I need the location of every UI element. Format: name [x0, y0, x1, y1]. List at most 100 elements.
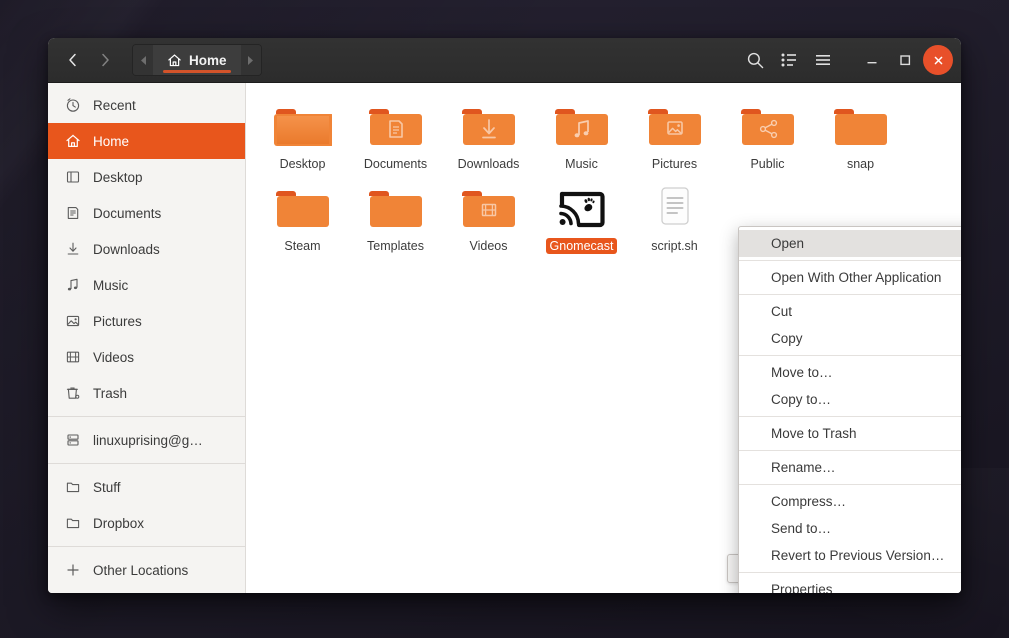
sidebar-item-account[interactable]: linuxuprising@g…	[48, 422, 245, 458]
file-item-documents[interactable]: Documents	[349, 97, 442, 172]
sidebar-separator	[48, 463, 245, 464]
sidebar-item-dropbox[interactable]: Dropbox	[48, 505, 245, 541]
menu-item-label: Rename…	[771, 460, 836, 475]
menu-item-properties[interactable]: Properties Ctrl+I	[739, 576, 961, 593]
maximize-button[interactable]	[890, 45, 920, 75]
list-view-icon[interactable]	[772, 44, 806, 76]
file-name: Public	[746, 156, 788, 172]
navigation-buttons	[58, 45, 120, 75]
server-icon	[64, 432, 81, 448]
file-item-snap[interactable]: snap	[814, 97, 907, 172]
folder-icon	[367, 185, 425, 232]
sidebar-item-recent[interactable]: Recent	[48, 87, 245, 123]
menu-separator	[739, 416, 961, 417]
file-name: Pictures	[648, 156, 701, 172]
menu-item-send-to[interactable]: Send to…	[739, 515, 961, 542]
menu-item-open-with-other-application[interactable]: Open With Other Application	[739, 264, 961, 291]
download-icon	[64, 241, 81, 257]
file-grid[interactable]: Desktop Documents Downloads Music	[246, 83, 961, 593]
sidebar-item-label: Downloads	[93, 242, 160, 257]
file-item-desktop[interactable]: Desktop	[256, 97, 349, 172]
menu-separator	[739, 450, 961, 451]
clock-icon	[64, 97, 81, 113]
text-file-icon	[654, 185, 696, 232]
menu-item-cut[interactable]: Cut Ctrl+X	[739, 298, 961, 325]
back-button[interactable]	[58, 45, 88, 75]
folder-icon	[460, 103, 518, 150]
menu-item-label: Revert to Previous Version…	[771, 548, 944, 563]
menu-item-compress[interactable]: Compress…	[739, 488, 961, 515]
menu-item-copy-to[interactable]: Copy to…	[739, 386, 961, 413]
file-item-steam[interactable]: Steam	[256, 179, 349, 254]
file-manager-window: Home	[48, 38, 961, 593]
menu-item-revert-to-previous-version[interactable]: Revert to Previous Version…	[739, 542, 961, 569]
context-menu[interactable]: Open Return Open With Other Application …	[738, 226, 961, 593]
sidebar-separator	[48, 416, 245, 417]
menu-separator	[739, 355, 961, 356]
file-item-gnomecast[interactable]: Gnomecast	[535, 179, 628, 254]
path-scroll-right-icon[interactable]	[241, 45, 261, 75]
path-scroll-left-icon[interactable]	[133, 45, 153, 75]
menu-item-label: Send to…	[771, 521, 831, 536]
menu-item-copy[interactable]: Copy Ctrl+C	[739, 325, 961, 352]
menu-item-label: Cut	[771, 304, 792, 319]
plus-icon	[64, 562, 81, 578]
sidebar-item-label: Videos	[93, 350, 134, 365]
sidebar-item-label: Recent	[93, 98, 136, 113]
hamburger-menu-icon[interactable]	[806, 44, 840, 76]
sidebar-item-label: Music	[93, 278, 128, 293]
file-name: Desktop	[276, 156, 330, 172]
minimize-button[interactable]	[857, 45, 887, 75]
sidebar-separator	[48, 546, 245, 547]
file-item-templates[interactable]: Templates	[349, 179, 442, 254]
menu-item-label: Open With Other Application	[771, 270, 941, 285]
file-item-public[interactable]: Public	[721, 97, 814, 172]
file-item-videos[interactable]: Videos	[442, 179, 535, 254]
menu-item-label: Copy	[771, 331, 803, 346]
forward-button[interactable]	[90, 45, 120, 75]
menu-item-open[interactable]: Open Return	[739, 230, 961, 257]
file-name: Documents	[360, 156, 431, 172]
music-note-icon	[64, 277, 81, 293]
folder-icon	[460, 185, 518, 232]
menu-item-move-to-trash[interactable]: Move to Trash Delete	[739, 420, 961, 447]
document-icon	[64, 205, 81, 221]
sidebar-item-other-locations[interactable]: Other Locations	[48, 552, 245, 588]
file-item-pictures[interactable]: Pictures	[628, 97, 721, 172]
menu-separator	[739, 572, 961, 573]
window-headerbar: Home	[48, 38, 961, 83]
sidebar-item-label: Dropbox	[93, 516, 144, 531]
file-item-script-sh[interactable]: script.sh	[628, 179, 721, 254]
file-name: Gnomecast	[546, 238, 618, 254]
film-icon	[64, 349, 81, 365]
menu-separator	[739, 294, 961, 295]
sidebar-item-documents[interactable]: Documents	[48, 195, 245, 231]
file-item-music[interactable]: Music	[535, 97, 628, 172]
file-item-downloads[interactable]: Downloads	[442, 97, 535, 172]
folder-icon	[832, 103, 890, 150]
sidebar-item-downloads[interactable]: Downloads	[48, 231, 245, 267]
file-name: Videos	[466, 238, 512, 254]
breadcrumb-label: Home	[189, 53, 227, 68]
sidebar-item-home[interactable]: Home	[48, 123, 245, 159]
menu-item-label: Copy to…	[771, 392, 831, 407]
home-icon	[167, 53, 182, 68]
folder-icon	[739, 103, 797, 150]
menu-item-rename[interactable]: Rename… F2	[739, 454, 961, 481]
sidebar-item-videos[interactable]: Videos	[48, 339, 245, 375]
breadcrumb-item-home[interactable]: Home	[153, 45, 241, 75]
sidebar-item-trash[interactable]: Trash	[48, 375, 245, 411]
sidebar-item-label: Home	[93, 134, 129, 149]
sidebar-item-pictures[interactable]: Pictures	[48, 303, 245, 339]
menu-item-move-to[interactable]: Move to…	[739, 359, 961, 386]
sidebar-item-desktop[interactable]: Desktop	[48, 159, 245, 195]
sidebar-item-label: Pictures	[93, 314, 142, 329]
sidebar-item-label: Desktop	[93, 170, 143, 185]
file-name: script.sh	[647, 238, 702, 254]
file-name: Steam	[280, 238, 324, 254]
sidebar-item-music[interactable]: Music	[48, 267, 245, 303]
close-button[interactable]	[923, 45, 953, 75]
sidebar-item-stuff[interactable]: Stuff	[48, 469, 245, 505]
search-icon[interactable]	[738, 44, 772, 76]
file-name: snap	[843, 156, 878, 172]
